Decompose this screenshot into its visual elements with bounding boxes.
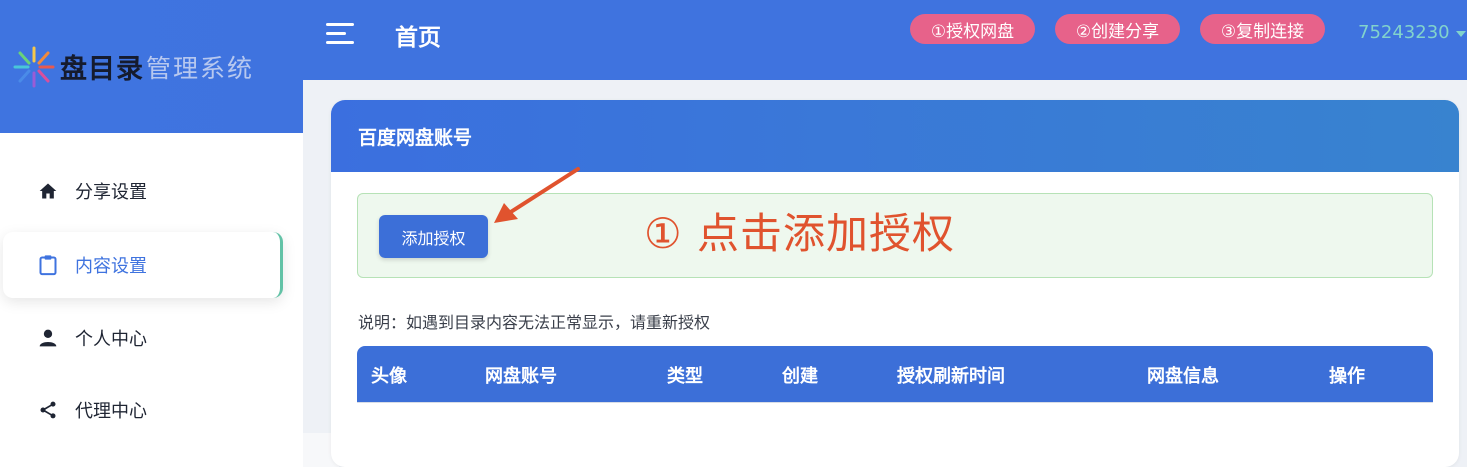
sidebar-item-share-settings[interactable]: 分享设置	[0, 158, 303, 224]
clipboard-icon	[37, 254, 59, 276]
column-header-created: 创建	[782, 366, 818, 387]
share-icon	[37, 399, 59, 421]
sidebar-item-label: 内容设置	[75, 256, 147, 277]
sidebar-item-label: 代理中心	[75, 401, 147, 422]
instruction-note: 说明：如遇到目录内容无法正常显示，请重新授权	[358, 313, 711, 332]
logo-subtitle: 管理系统	[146, 53, 255, 83]
step-create-share-button[interactable]: ②创建分享	[1055, 14, 1180, 44]
annotation-arrow-icon	[494, 167, 580, 223]
table-divider	[357, 402, 1433, 403]
top-header: 首页 ①授权网盘 ②创建分享 ③复制连接 75243230	[303, 0, 1467, 80]
menu-icon[interactable]	[326, 23, 354, 45]
sidebar-item-agent-center[interactable]: 代理中心	[0, 377, 303, 443]
logo-icon	[13, 46, 55, 87]
card-title: 百度网盘账号	[331, 100, 1459, 172]
column-header-type: 类型	[667, 366, 703, 387]
user-account-id[interactable]: 75243230	[1358, 22, 1450, 43]
column-header-account: 网盘账号	[485, 366, 557, 387]
column-header-refresh-time: 授权刷新时间	[897, 366, 1005, 387]
column-header-actions: 操作	[1329, 366, 1365, 387]
column-header-avatar: 头像	[371, 366, 407, 387]
person-icon	[37, 327, 59, 349]
sidebar-item-content-settings[interactable]: 内容设置	[3, 232, 283, 298]
sidebar-logo: 盘目录 管理系统	[0, 0, 303, 133]
sidebar-item-label: 个人中心	[75, 329, 147, 350]
add-authorization-button[interactable]: 添加授权	[379, 215, 488, 258]
app-root: 盘目录 管理系统 分享设置 内容设置 个人中心 代理中心 首页 ①授权网盘 ②创…	[0, 0, 1467, 467]
home-icon	[37, 180, 59, 202]
sidebar-item-personal-center[interactable]: 个人中心	[0, 305, 303, 371]
step-authorize-button[interactable]: ①授权网盘	[910, 14, 1035, 44]
logo-title: 盘目录	[60, 54, 144, 85]
account-card: 百度网盘账号 添加授权 ① 点击添加授权 说明：如遇到目录内容无法正常显示，请重…	[331, 100, 1459, 467]
annotation-text: ① 点击添加授权	[644, 209, 956, 258]
sidebar: 盘目录 管理系统 分享设置 内容设置 个人中心 代理中心	[0, 0, 303, 467]
column-header-disk-info: 网盘信息	[1147, 366, 1219, 387]
sidebar-item-label: 分享设置	[75, 182, 147, 203]
accounts-table-header: 头像 网盘账号 类型 创建 授权刷新时间 网盘信息 操作	[357, 346, 1433, 402]
chevron-down-icon[interactable]	[1456, 31, 1466, 37]
step-copy-link-button[interactable]: ③复制连接	[1200, 14, 1325, 44]
page-title: 首页	[395, 25, 441, 51]
